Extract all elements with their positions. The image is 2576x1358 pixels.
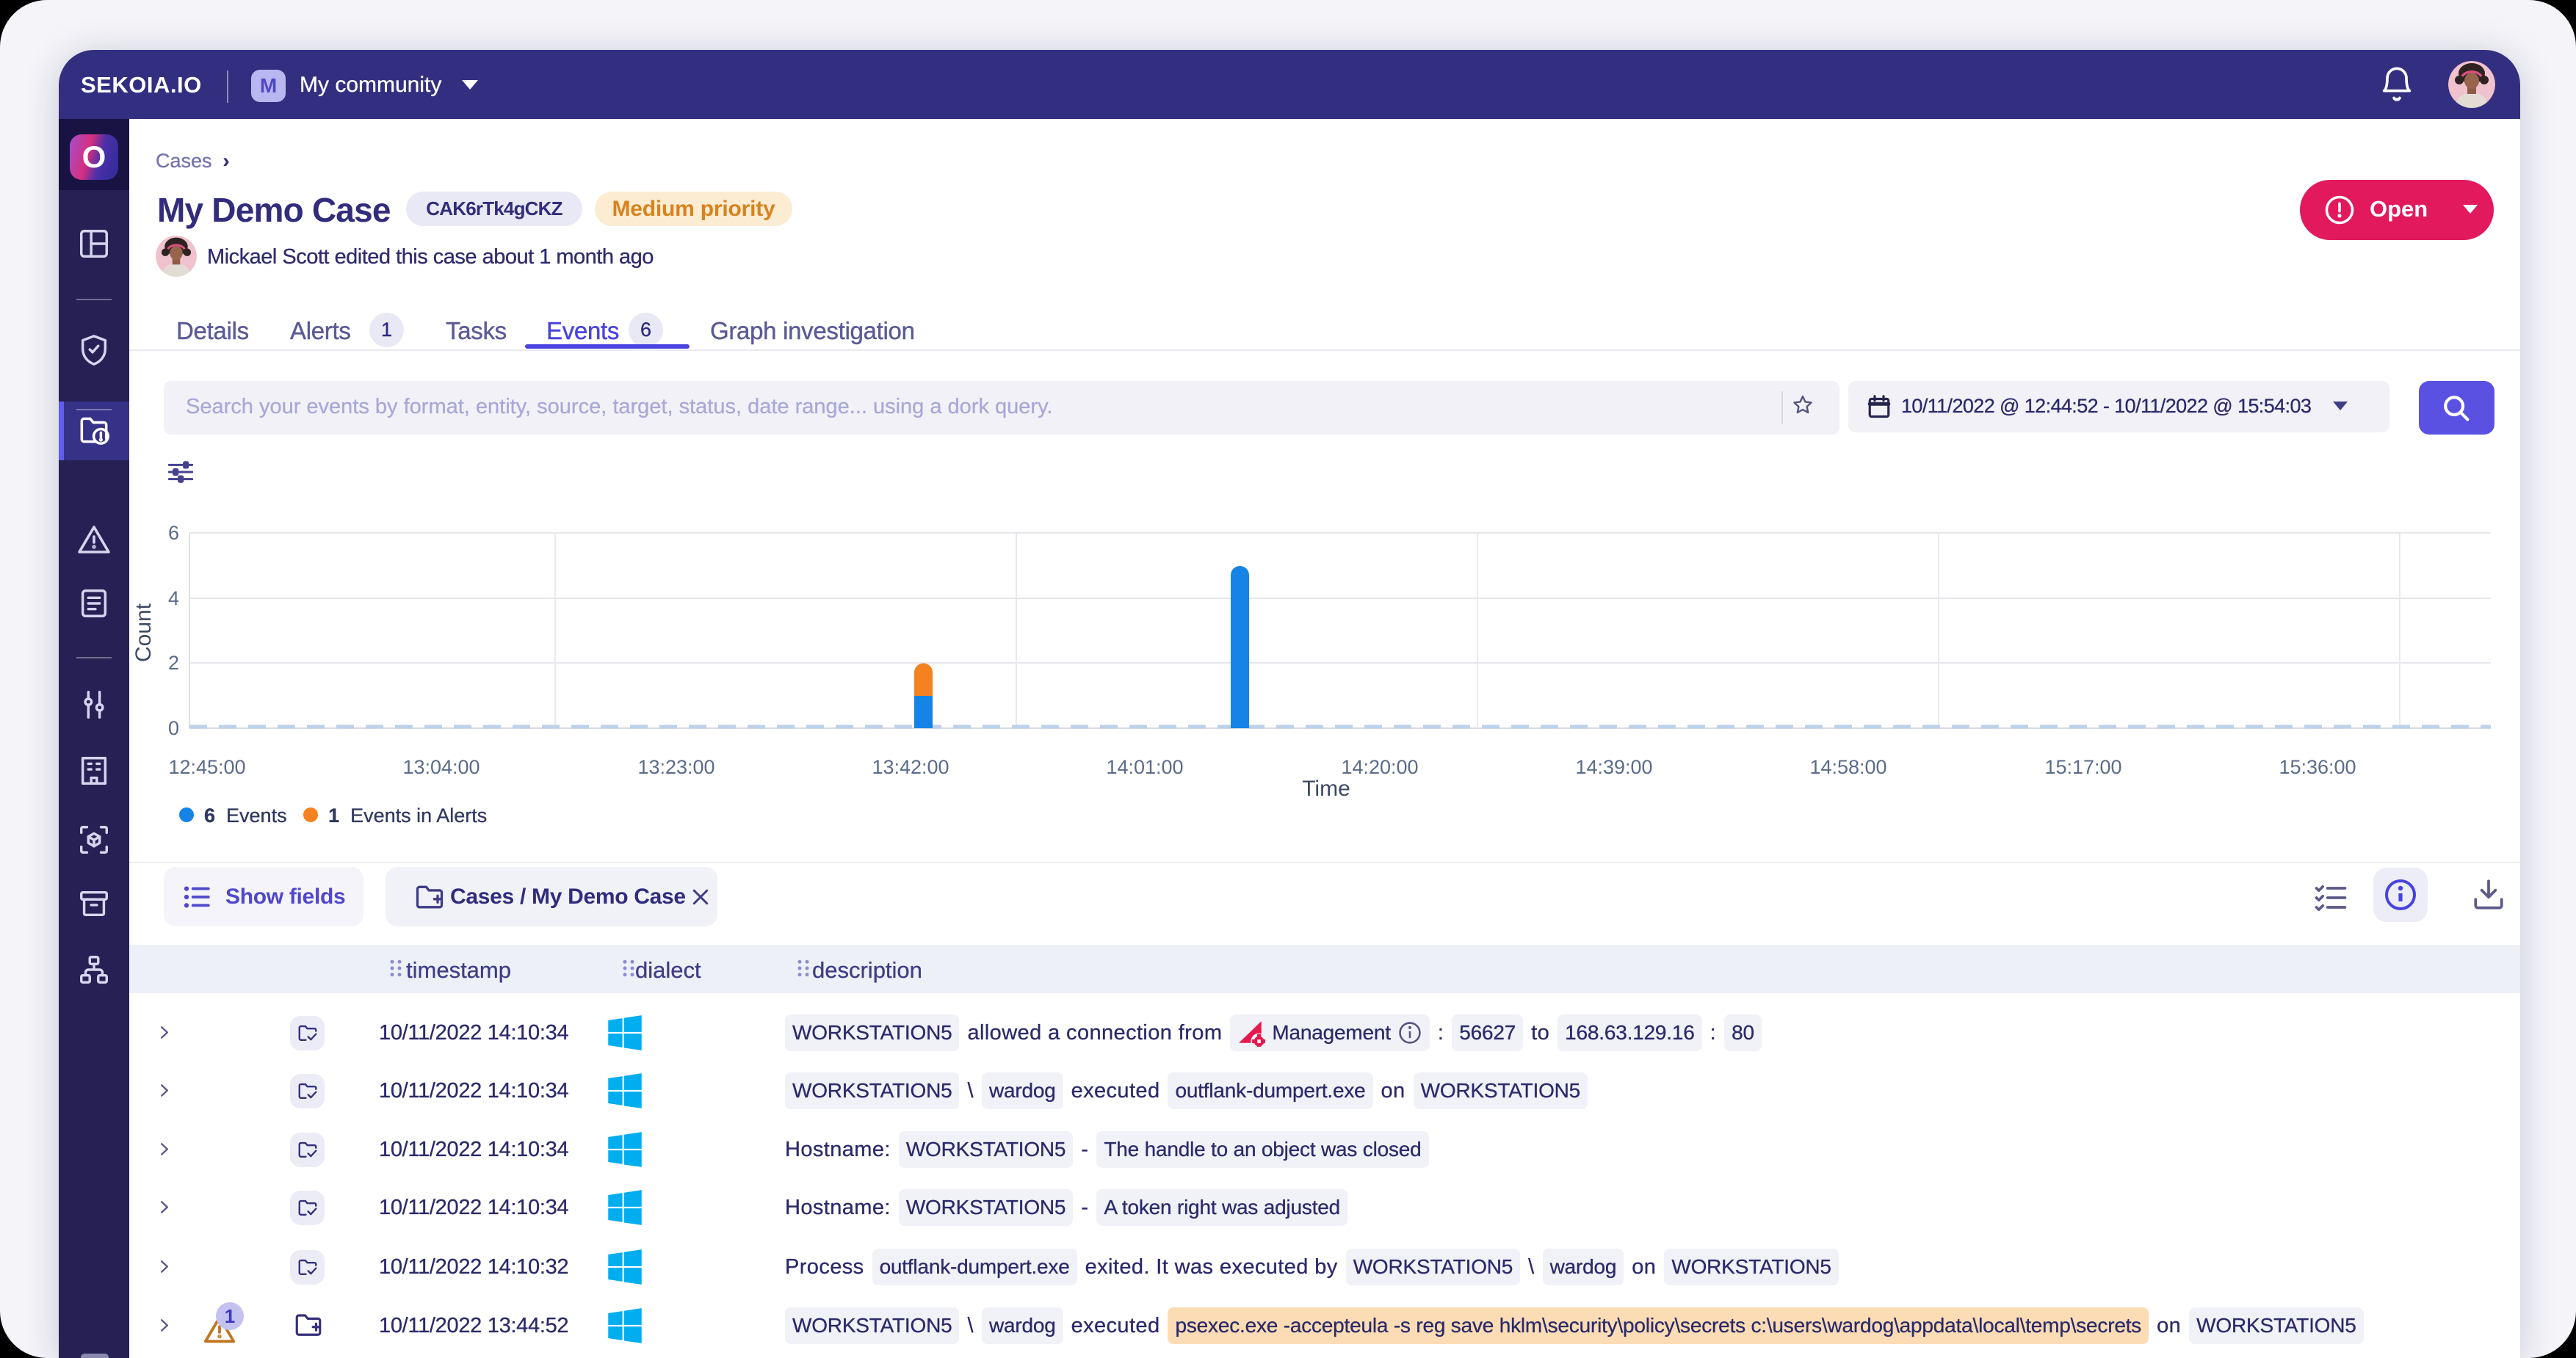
svg-text:Count: Count [131, 603, 156, 662]
svg-text:12:45:00: 12:45:00 [168, 756, 245, 778]
svg-text:14:20:00: 14:20:00 [1341, 756, 1418, 778]
svg-text:14:01:00: 14:01:00 [1106, 756, 1183, 778]
svg-text:4: 4 [168, 587, 179, 609]
svg-text:13:04:00: 13:04:00 [402, 756, 480, 778]
svg-text:0: 0 [168, 717, 179, 739]
svg-text:13:42:00: 13:42:00 [872, 756, 949, 778]
svg-text:15:36:00: 15:36:00 [2279, 756, 2356, 778]
svg-text:6: 6 [168, 522, 179, 544]
svg-text:Time: Time [1302, 777, 1350, 801]
svg-text:14:39:00: 14:39:00 [1575, 756, 1652, 778]
svg-text:14:58:00: 14:58:00 [1809, 756, 1886, 778]
svg-text:2: 2 [168, 652, 179, 674]
svg-text:15:17:00: 15:17:00 [2044, 756, 2121, 778]
svg-text:13:23:00: 13:23:00 [637, 756, 714, 778]
